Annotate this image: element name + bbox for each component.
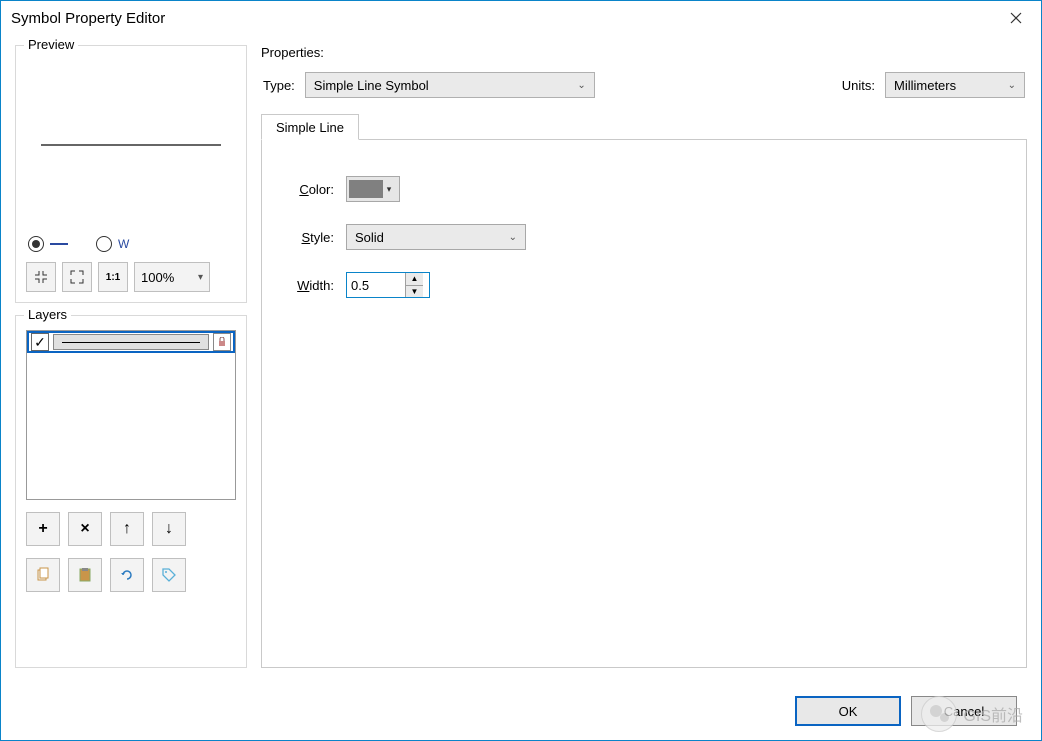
arrow-up-icon: ↑	[123, 520, 131, 538]
reset-layer-button[interactable]	[110, 558, 144, 592]
ok-button[interactable]: OK	[795, 696, 901, 726]
tab-label: Simple Line	[276, 120, 344, 135]
x-icon: ×	[80, 520, 89, 538]
tab-strip: Simple Line	[261, 110, 1027, 140]
properties-top-row: Type: Simple Line Symbol ⌄ Units: Millim…	[261, 68, 1027, 110]
tag-icon	[161, 567, 177, 583]
units-combo[interactable]: Millimeters ⌄	[885, 72, 1025, 98]
layer-swatch	[53, 334, 209, 350]
tab-panel: Color: ▾ Style: Solid ⌄ Width:	[261, 140, 1027, 668]
one-to-one-icon: 1:1	[106, 272, 120, 283]
move-layer-up-button[interactable]: ↑	[110, 512, 144, 546]
move-layer-down-button[interactable]: ↓	[152, 512, 186, 546]
color-picker[interactable]: ▾	[346, 176, 400, 202]
dialog-window: Symbol Property Editor Preview W	[0, 0, 1042, 741]
preview-group: Preview W	[15, 45, 247, 303]
width-label: Width:	[284, 278, 334, 293]
lock-icon	[217, 337, 227, 347]
close-button[interactable]	[993, 2, 1039, 34]
radio-zigzag-icon	[96, 236, 112, 252]
title-bar: Symbol Property Editor	[1, 1, 1041, 35]
zoom-value: 100%	[141, 270, 174, 285]
type-label: Type:	[263, 78, 295, 93]
plus-icon: +	[38, 520, 47, 538]
layer-buttons-row1: + × ↑ ↓	[26, 512, 236, 546]
spin-down-button[interactable]: ▼	[406, 286, 423, 298]
layers-label: Layers	[24, 307, 71, 322]
style-label: Style:	[284, 230, 334, 245]
paste-layer-button[interactable]	[68, 558, 102, 592]
spin-buttons: ▲ ▼	[405, 273, 423, 297]
preview-line-sample	[41, 144, 221, 146]
layer-lock-button[interactable]	[213, 333, 231, 351]
line-mode-icon	[50, 243, 68, 245]
right-column: Properties: Type: Simple Line Symbol ⌄ U…	[261, 45, 1027, 668]
dialog-footer: OK Cancel GIS前沿	[1, 682, 1041, 740]
cancel-label: Cancel	[944, 704, 984, 719]
collapse-icon	[34, 270, 48, 284]
preview-mode-radios: W	[26, 230, 236, 262]
chevron-down-icon: ⌄	[1008, 80, 1016, 91]
zigzag-mode-icon: W	[118, 237, 128, 251]
zoom-actual-button[interactable]: 1:1	[98, 262, 128, 292]
style-value: Solid	[355, 230, 384, 245]
width-row: Width: ▲ ▼	[284, 272, 1016, 298]
add-layer-button[interactable]: +	[26, 512, 60, 546]
zoom-level-select[interactable]: 100% ▾	[134, 262, 210, 292]
arrow-down-icon: ↓	[165, 520, 173, 538]
width-spinner[interactable]: ▲ ▼	[346, 272, 430, 298]
layer-buttons-row2	[26, 558, 236, 592]
cancel-button[interactable]: Cancel	[911, 696, 1017, 726]
layer-swatch-line	[62, 342, 201, 343]
spin-up-button[interactable]: ▲	[406, 273, 423, 286]
preview-zoom-toolbar: 1:1 100% ▾	[26, 262, 236, 292]
chevron-down-icon: ▾	[198, 272, 203, 283]
properties-label: Properties:	[261, 45, 1027, 68]
style-combo[interactable]: Solid ⌄	[346, 224, 526, 250]
color-row: Color: ▾	[284, 176, 1016, 202]
left-column: Preview W	[15, 45, 247, 668]
style-row: Style: Solid ⌄	[284, 224, 1016, 250]
layer-visibility-checkbox[interactable]: ✓	[31, 333, 49, 351]
tag-layer-button[interactable]	[152, 558, 186, 592]
layer-row[interactable]: ✓	[27, 331, 235, 353]
copy-layer-button[interactable]	[26, 558, 60, 592]
expand-icon	[70, 270, 84, 284]
chevron-down-icon: ⌄	[577, 80, 585, 91]
color-swatch	[349, 180, 383, 198]
dialog-content: Preview W	[1, 35, 1041, 682]
color-label: Color:	[284, 182, 334, 197]
ok-label: OK	[839, 704, 858, 719]
zoom-fit-button[interactable]	[26, 262, 56, 292]
zoom-full-button[interactable]	[62, 262, 92, 292]
preview-label: Preview	[24, 37, 78, 52]
copy-icon	[35, 567, 51, 583]
close-icon	[1010, 12, 1022, 24]
preview-mode-line[interactable]	[28, 236, 68, 252]
chevron-down-icon: ▾	[383, 184, 395, 195]
layers-group: Layers ✓ + × ↑ ↓	[15, 315, 247, 668]
tab-simple-line[interactable]: Simple Line	[261, 114, 359, 140]
remove-layer-button[interactable]: ×	[68, 512, 102, 546]
type-value: Simple Line Symbol	[314, 78, 429, 93]
layers-list[interactable]: ✓	[26, 330, 236, 500]
units-label: Units:	[842, 78, 875, 93]
reset-icon	[119, 567, 135, 583]
preview-mode-zigzag[interactable]: W	[96, 236, 128, 252]
type-combo[interactable]: Simple Line Symbol ⌄	[305, 72, 595, 98]
preview-canvas	[26, 60, 236, 230]
width-input[interactable]	[347, 273, 405, 297]
paste-icon	[77, 567, 93, 583]
window-title: Symbol Property Editor	[11, 10, 165, 27]
radio-line-icon	[28, 236, 44, 252]
chevron-down-icon: ⌄	[509, 232, 517, 243]
units-value: Millimeters	[894, 78, 956, 93]
